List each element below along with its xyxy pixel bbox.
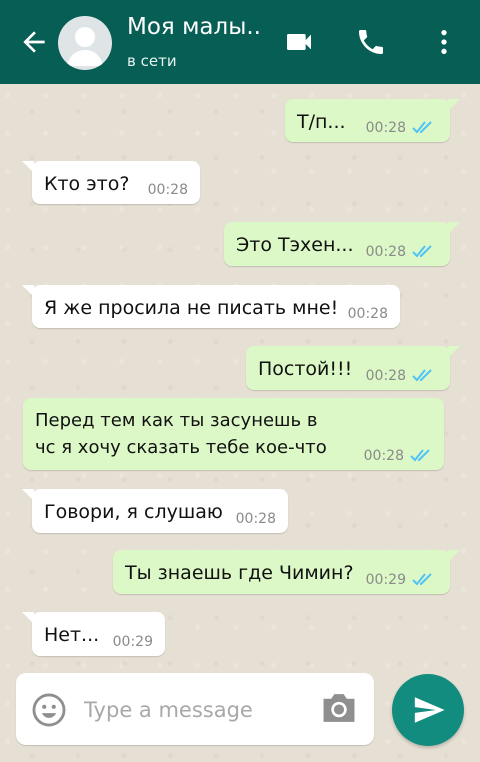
message-composer xyxy=(16,673,374,745)
read-ticks-icon xyxy=(410,449,430,462)
message-time: 00:28 xyxy=(363,448,404,464)
message-time: 00:28 xyxy=(347,306,388,322)
message-incoming[interactable]: Говори, я слушаю 00:28 xyxy=(22,489,288,533)
contact-name[interactable]: Моя малы.. xyxy=(127,14,261,40)
message-text: Это Тэхен... xyxy=(236,234,354,256)
avatar[interactable] xyxy=(58,16,112,70)
message-time: 00:28 xyxy=(235,511,276,527)
message-text: Я же просила не писать мне! xyxy=(44,297,339,319)
more-vert-icon[interactable] xyxy=(428,26,460,58)
message-incoming[interactable]: Нет... 00:29 xyxy=(22,612,165,656)
message-input[interactable] xyxy=(82,687,306,733)
message-outgoing[interactable]: Перед тем как ты засунешь в чс я хочу ск… xyxy=(23,398,444,470)
message-outgoing[interactable]: Это Тэхен... 00:28 xyxy=(224,222,460,266)
message-time: 00:28 xyxy=(365,368,406,384)
message-time: 00:29 xyxy=(365,572,406,588)
read-ticks-icon xyxy=(412,573,432,586)
read-ticks-icon xyxy=(412,369,432,382)
message-incoming[interactable]: Я же просила не писать мне! 00:28 xyxy=(22,285,400,328)
chat-header: Моя малы.. в сети xyxy=(0,0,480,84)
video-call-icon[interactable] xyxy=(283,26,315,58)
phone-icon[interactable] xyxy=(355,26,387,58)
default-avatar-icon xyxy=(67,27,103,66)
send-icon xyxy=(414,697,445,723)
emoji-icon[interactable] xyxy=(30,691,68,729)
message-outgoing[interactable]: Т/п... 00:28 xyxy=(285,99,460,142)
message-outgoing[interactable]: Постой!!! 00:28 xyxy=(246,346,460,390)
message-time: 00:28 xyxy=(365,120,406,136)
message-text: Постой!!! xyxy=(258,358,353,380)
read-ticks-icon xyxy=(412,121,432,134)
contact-status: в сети xyxy=(127,52,177,70)
message-outgoing[interactable]: Ты знаешь где Чимин? 00:29 xyxy=(113,550,460,594)
message-time: 00:29 xyxy=(112,634,153,650)
arrow-left-icon[interactable] xyxy=(18,26,50,58)
message-incoming[interactable]: Кто это? 00:28 xyxy=(22,161,200,204)
read-ticks-icon xyxy=(412,245,432,258)
send-button[interactable] xyxy=(392,674,464,746)
message-time: 00:28 xyxy=(365,244,406,260)
camera-icon[interactable] xyxy=(320,691,358,725)
message-time: 00:28 xyxy=(147,182,188,198)
